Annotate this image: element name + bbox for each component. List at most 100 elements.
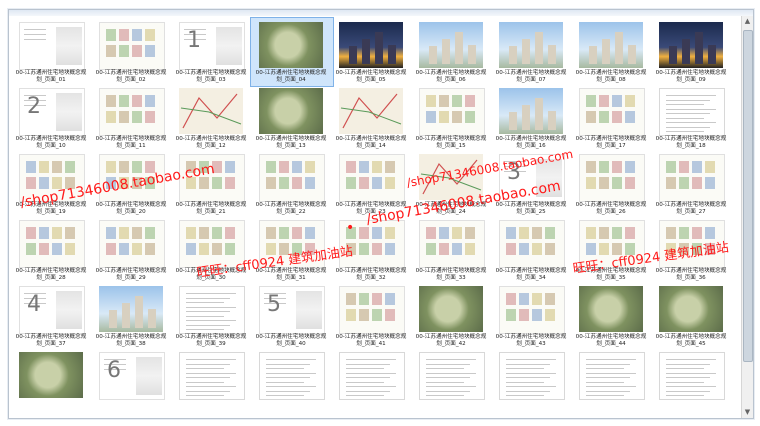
text-line [346,386,396,387]
thumbnail-item[interactable]: 00-江苏通州住宅地块概念规 划_页面_01 [13,20,89,84]
thumbnail-caption: 00-江苏通州住宅地块概念规 划_页面_09 [655,70,727,83]
text-line [506,359,556,360]
scroll-thumb[interactable] [743,30,753,362]
thumbnail-caption: 00-江苏通州住宅地块概念规 划_页面_37 [15,334,87,347]
scroll-down-icon[interactable]: ▼ [742,407,753,418]
thumbnail-item[interactable] [573,350,649,414]
plan-block [145,243,155,255]
text-line [266,359,316,360]
thumbnail-item[interactable] [173,350,249,414]
building-shape [455,32,463,64]
plan-block [305,177,315,189]
thumbnail-item[interactable]: 1 00-江苏通州住宅地块概念规 划_页面_03 [173,20,249,84]
building-shape [148,309,156,328]
thumbnail-image [339,22,403,68]
text-line [666,395,704,396]
thumbnail-item[interactable]: 00-江苏通州住宅地块概念规 划_页面_39 [173,284,249,348]
plan-block [666,177,676,189]
thumbnail-item[interactable]: 00-江苏通州住宅地块概念规 划_页面_13 [253,86,329,150]
plan-block [359,243,369,255]
plan-block [679,177,689,189]
plan-block [385,309,395,321]
thumbnail-caption: 00-江苏通州住宅地块概念规 划_页面_40 [255,334,327,347]
thumbnail-image [99,220,165,268]
thumbnail-item[interactable]: 00-江苏通州住宅地块概念规 划_页面_06 [413,20,489,84]
plan-block [426,95,436,107]
text-line [426,395,464,396]
thumbnail-image [419,286,483,332]
thumbnail-item[interactable]: 00-江苏通州住宅地块概念规 划_页面_07 [493,20,569,84]
plan-drawing [266,161,315,189]
section-number: 4 [27,292,41,317]
thumbnail-item[interactable]: 6 [93,350,169,414]
thumbnail-item[interactable] [653,350,729,414]
thumbnail-item[interactable]: 00-江苏通州住宅地块概念规 划_页面_09 [653,20,729,84]
plan-block [65,243,75,255]
thumbnail-item[interactable]: 5 00-江苏通州住宅地块概念规 划_页面_40 [253,284,329,348]
text-line [586,381,624,383]
plan-block [612,227,622,239]
thumbnail-item[interactable]: 00-江苏通州住宅地块概念规 划_页面_44 [573,284,649,348]
thumbnail-item[interactable]: 00-江苏通州住宅地块概念规 划_页面_15 [413,86,489,150]
plan-block [212,243,222,255]
vertical-scrollbar[interactable]: ▲ ▼ [741,16,753,418]
thumbnail-item[interactable]: 00-江苏通州住宅地块概念规 划_页面_34 [493,218,569,282]
plan-block [119,243,129,255]
thumbnail-caption: 00-江苏通州住宅地块概念规 划_页面_02 [95,70,167,83]
thumbnail-item[interactable]: 00-江苏通州住宅地块概念规 划_页面_05 [333,20,409,84]
thumbnail-item[interactable]: 00-江苏通州住宅地块概念规 划_页面_08 [573,20,649,84]
thumbnail-item[interactable]: 00-江苏通州住宅地块概念规 划_页面_27 [653,152,729,216]
thumbnail-item[interactable]: 00-江苏通州住宅地块概念规 划_页面_04 [250,17,334,87]
plan-block [439,227,449,239]
thumbnail-item[interactable]: 00-江苏通州住宅地块概念规 划_页面_42 [413,284,489,348]
thumbnail-item[interactable]: 00-江苏通州住宅地块概念规 划_页面_38 [93,284,169,348]
text-line [506,377,550,378]
building-shape [522,105,530,130]
text-line [426,372,476,374]
thumbnail-item[interactable]: 00-江苏通州住宅地块概念规 划_页面_43 [493,284,569,348]
plan-block [506,227,516,239]
plan-block [266,227,276,239]
thumbnail-item[interactable]: 00-江苏通州住宅地块概念规 划_页面_17 [573,86,649,150]
plan-block [705,161,715,173]
plan-block [39,177,49,189]
thumbnail-item[interactable]: 00-江苏通州住宅地块概念规 划_页面_18 [653,86,729,150]
plan-drawing [666,161,715,189]
thumbnail-item[interactable]: 00-江苏通州住宅地块概念规 划_页面_29 [93,218,169,282]
plan-block [599,161,609,173]
scroll-up-icon[interactable]: ▲ [742,16,753,27]
text-line [506,372,556,374]
thumbnail-item[interactable]: 00-江苏通州住宅地块概念规 划_页面_11 [93,86,169,150]
thumbnail-item[interactable] [13,350,89,414]
thumbnail-image [579,352,645,400]
thumbnail-item[interactable]: 00-江苏通州住宅地块概念规 划_页面_33 [413,218,489,282]
thumbnail-item[interactable]: 4 00-江苏通州住宅地块概念规 划_页面_37 [13,284,89,348]
text-line [506,368,544,369]
thumbnail-item[interactable] [333,350,409,414]
thumbnail-item[interactable]: 00-江苏通州住宅地块概念规 划_页面_12 [173,86,249,150]
thumbnail-caption: 00-江苏通州住宅地块概念规 划_页面_18 [655,136,727,149]
plan-block [625,95,635,107]
thumbnail-item[interactable]: 00-江苏通州住宅地块概念规 划_页面_28 [13,218,89,282]
plan-block [26,243,36,255]
text-line [346,363,390,365]
thumbnail-item[interactable] [493,350,569,414]
thumbnail-item[interactable]: 00-江苏通州住宅地块概念规 划_页面_26 [573,152,649,216]
plan-block [266,177,276,189]
thumbnail-item[interactable]: 00-江苏通州住宅地块概念规 划_页面_16 [493,86,569,150]
text-line [666,381,704,383]
thumbnail-item[interactable]: 00-江苏通州住宅地块概念规 划_页面_02 [93,20,169,84]
thumbnail-item[interactable] [253,350,329,414]
plan-block [359,293,369,305]
thumbnail-item[interactable]: 00-江苏通州住宅地块概念规 划_页面_45 [653,284,729,348]
plan-block [666,161,676,173]
plan-block [26,227,36,239]
thumbnail-item[interactable] [413,350,489,414]
text-line [426,363,470,365]
thumbnail-item[interactable]: 00-江苏通州住宅地块概念规 划_页面_41 [333,284,409,348]
thumbnail-item[interactable]: 00-江苏通州住宅地块概念规 划_页面_22 [253,152,329,216]
thumbnail-image [579,154,645,202]
plan-drawing [106,227,155,255]
thumbnail-item[interactable]: 00-江苏通州住宅地块概念规 划_页面_14 [333,86,409,150]
thumbnail-item[interactable]: 2 00-江苏通州住宅地块概念规 划_页面_10 [13,86,89,150]
